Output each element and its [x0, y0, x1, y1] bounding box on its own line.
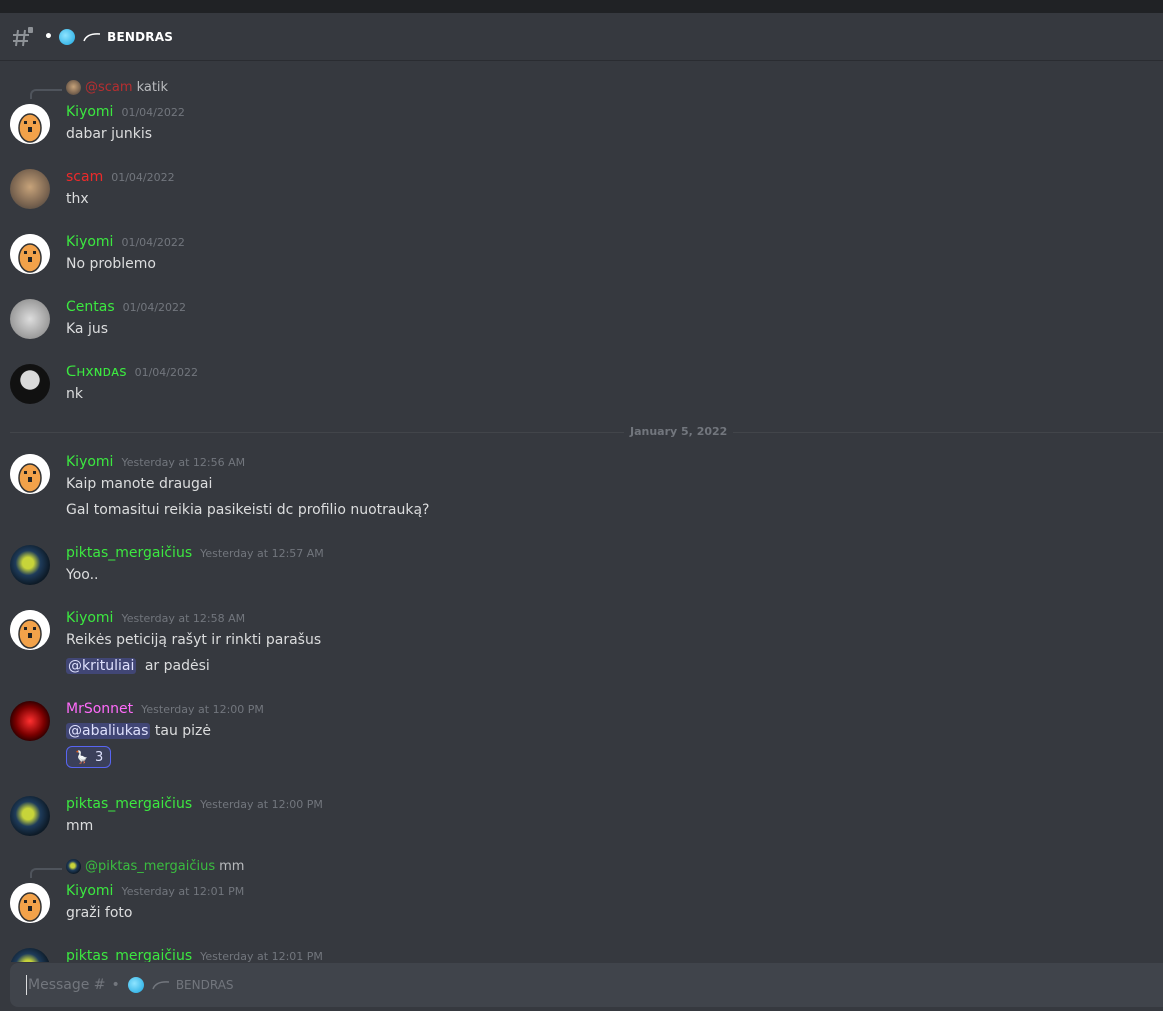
timestamp: 01/04/2022 — [134, 366, 198, 379]
message-text: No problemo — [66, 256, 156, 272]
message-list[interactable]: @scam katik Kiyomi 01/04/2022 dabar junk… — [0, 62, 1163, 962]
reply-mention[interactable]: @piktas_mergaičius — [85, 859, 215, 874]
curl-icon — [83, 32, 101, 41]
message-text: tau pizė — [154, 723, 212, 739]
channel-name: BENDRAS — [107, 29, 174, 44]
username[interactable]: Kiyomi — [66, 454, 113, 470]
date-divider — [10, 432, 1163, 433]
timestamp: Yesterday at 12:58 AM — [121, 612, 246, 625]
message-text: dabar junkis — [66, 126, 153, 142]
avatar[interactable] — [10, 883, 50, 923]
reaction-count: 3 — [94, 749, 104, 765]
placeholder-channel: BENDRAS — [175, 978, 234, 992]
timestamp: Yesterday at 12:01 PM — [121, 885, 245, 898]
timestamp: Yesterday at 12:00 PM — [200, 798, 323, 811]
user-mention[interactable]: @krituliai — [66, 658, 137, 674]
placeholder-prefix: Message # — [28, 977, 106, 993]
composer-placeholder: Message # • BENDRAS — [28, 977, 234, 993]
avatar[interactable] — [10, 796, 50, 836]
message-composer[interactable]: Message # • BENDRAS — [10, 963, 1163, 1007]
globe-icon — [59, 28, 76, 45]
message-text: thx — [66, 191, 89, 207]
avatar[interactable] — [10, 299, 50, 339]
avatar[interactable] — [10, 701, 50, 741]
username[interactable]: Kiyomi — [66, 883, 113, 899]
message-text: graži foto — [66, 905, 133, 921]
message-text-line: @krituliai ar padėsi — [66, 658, 210, 674]
text-cursor — [26, 975, 27, 995]
reply-avatar — [66, 859, 81, 874]
username[interactable]: Centas — [66, 299, 115, 315]
avatar[interactable] — [10, 545, 50, 585]
date-divider-label: January 5, 2022 — [624, 425, 734, 438]
username[interactable]: Kiyomi — [66, 234, 113, 250]
goose-emoji-icon: 🪿 — [74, 750, 89, 764]
username[interactable]: ᑕʜxɴᴅᴀs — [66, 364, 127, 380]
channel-dot: • — [44, 28, 54, 45]
avatar[interactable] — [10, 234, 50, 274]
avatar[interactable] — [10, 169, 50, 209]
username[interactable]: scam — [66, 169, 103, 185]
timestamp: Yesterday at 12:01 PM — [200, 950, 323, 962]
message-text: Reikės peticiją rašyt ir rinkti parašus — [66, 632, 322, 648]
username[interactable]: piktas_mergaičius — [66, 948, 192, 962]
message-text-line: @abaliukas tau pizė — [66, 723, 211, 739]
globe-icon — [127, 977, 144, 993]
timestamp: 01/04/2022 — [121, 106, 185, 119]
message-text: nk — [66, 386, 83, 402]
reply-preview[interactable]: @scam katik — [66, 80, 168, 95]
reply-mention[interactable]: @scam — [85, 80, 133, 95]
message-text: mm — [66, 818, 94, 834]
username[interactable]: Kiyomi — [66, 104, 113, 120]
reply-connector — [30, 868, 62, 878]
reaction-button[interactable]: 🪿 3 — [66, 746, 112, 768]
curl-icon — [152, 981, 169, 990]
reply-text: katik — [136, 80, 169, 95]
avatar[interactable] — [10, 454, 50, 494]
window-top-bar — [0, 0, 1163, 13]
channel-title: • BENDRAS — [44, 28, 174, 45]
placeholder-dot: • — [111, 977, 120, 993]
reply-preview[interactable]: @piktas_mergaičius mm — [66, 859, 244, 874]
channel-header: • BENDRAS — [0, 13, 1163, 61]
timestamp: 01/04/2022 — [111, 171, 175, 184]
timestamp: 01/04/2022 — [122, 301, 187, 314]
username[interactable]: Kiyomi — [66, 610, 113, 626]
reply-text: mm — [219, 859, 245, 874]
reply-connector — [30, 89, 62, 99]
text-channel-icon — [10, 24, 36, 50]
avatar[interactable] — [10, 104, 50, 144]
username[interactable]: MrSonnet — [66, 701, 133, 717]
timestamp: 01/04/2022 — [121, 236, 185, 249]
timestamp: Yesterday at 12:57 AM — [200, 547, 324, 560]
reply-avatar — [66, 80, 81, 95]
avatar[interactable] — [10, 610, 50, 650]
timestamp: Yesterday at 12:00 PM — [141, 703, 264, 716]
message-text: ar padėsi — [144, 658, 210, 674]
message-text: Kaip manote draugai — [66, 476, 213, 492]
message-text: Ka jus — [66, 321, 109, 337]
avatar[interactable] — [10, 948, 50, 962]
message-text: Yoo.. — [66, 567, 99, 583]
message-text: Gal tomasitui reikia pasikeisti dc profi… — [66, 502, 430, 518]
timestamp: Yesterday at 12:56 AM — [121, 456, 246, 469]
user-mention[interactable]: @abaliukas — [66, 723, 151, 739]
username[interactable]: piktas_mergaičius — [66, 545, 192, 561]
avatar[interactable] — [10, 364, 50, 404]
username[interactable]: piktas_mergaičius — [66, 796, 192, 812]
